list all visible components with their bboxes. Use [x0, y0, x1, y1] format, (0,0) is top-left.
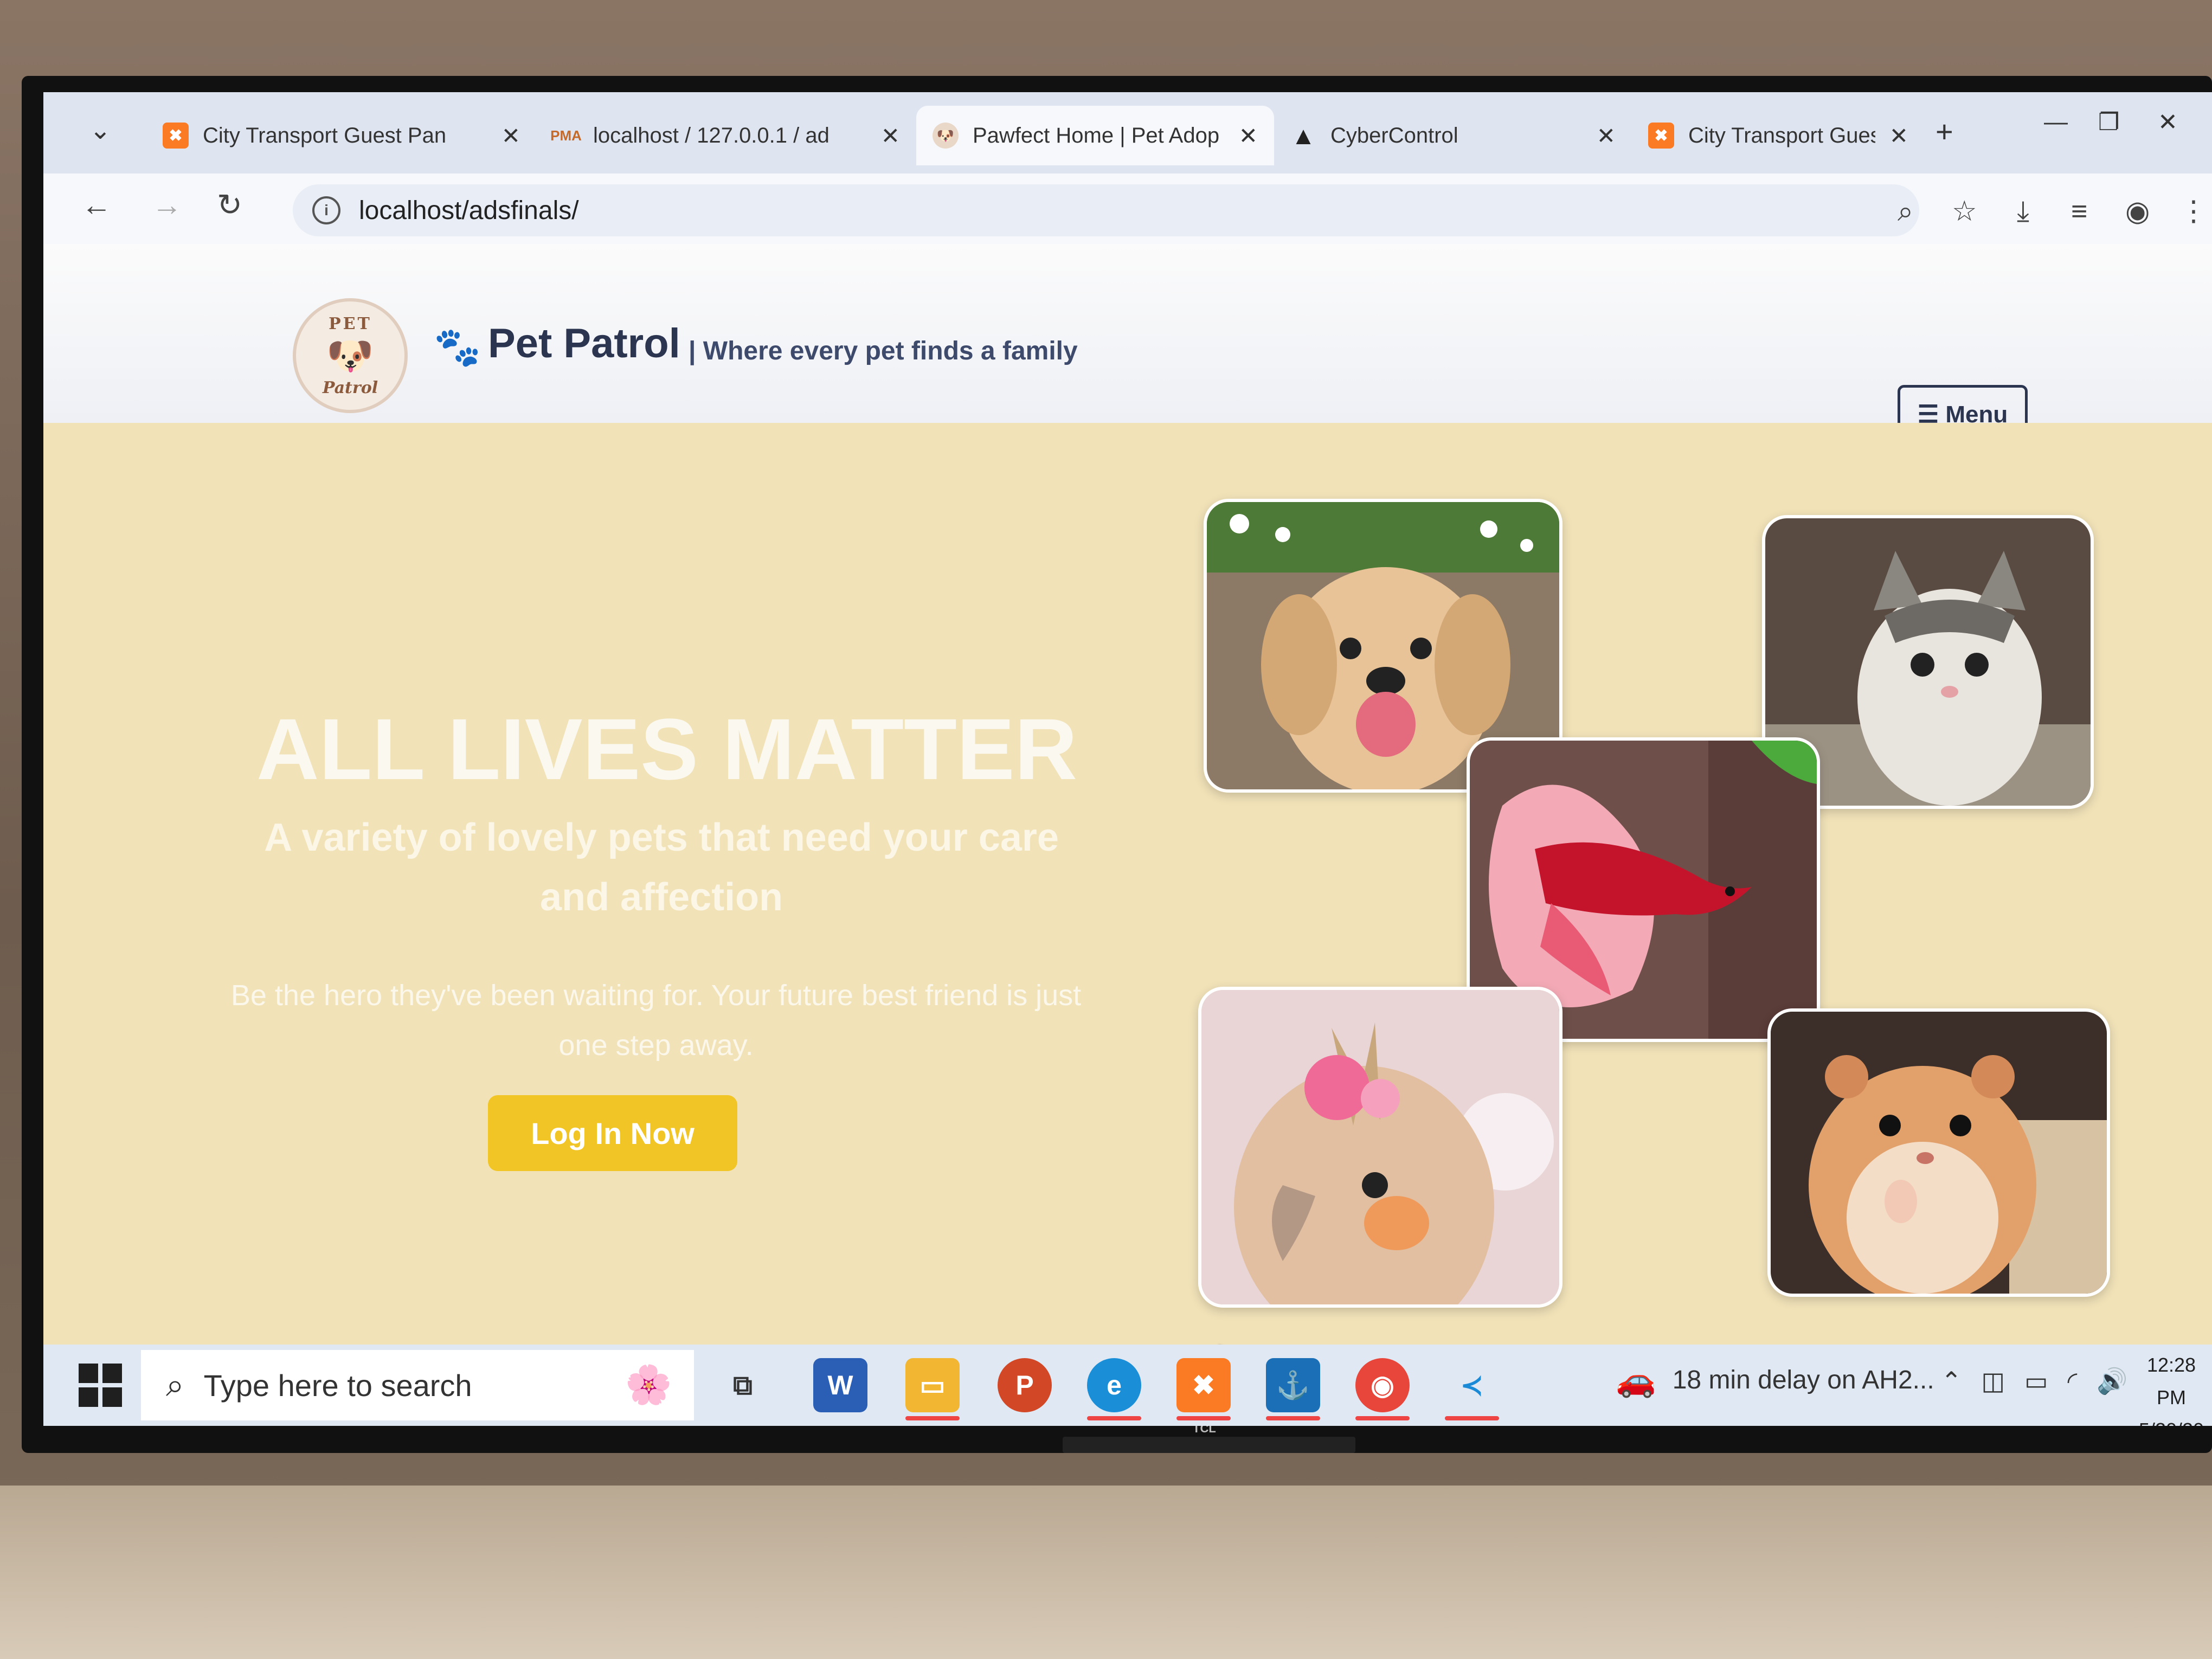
- app-running-indicator: [1445, 1416, 1499, 1420]
- restore-icon[interactable]: ❐: [2098, 108, 2119, 136]
- bookmark-star-icon[interactable]: ☆: [1952, 195, 1977, 228]
- tv-stand: [1063, 1437, 1355, 1453]
- chrome-icon[interactable]: ◉: [1355, 1358, 1410, 1412]
- phpmyadmin-icon: PMA: [550, 127, 582, 144]
- tab-pawfect-home[interactable]: 🐶 Pawfect Home | Pet Adop ✕: [916, 106, 1274, 165]
- site-brand[interactable]: Pet Patrol: [488, 320, 680, 367]
- xampp-icon: ✖: [1648, 123, 1674, 149]
- log-in-now-button[interactable]: Log In Now: [488, 1095, 737, 1171]
- system-tray: ⌃ ◫ ▭ ◜ 🔊: [1941, 1366, 2128, 1396]
- word-icon[interactable]: W: [813, 1358, 867, 1412]
- close-icon[interactable]: ✕: [1889, 123, 1908, 149]
- close-icon[interactable]: ✕: [881, 123, 900, 149]
- reload-icon[interactable]: ↻: [217, 187, 242, 223]
- tab-title: CyberControl: [1330, 123, 1458, 147]
- shelf: [0, 1486, 2212, 1659]
- hero-title: ALL LIVES MATTER: [256, 700, 1078, 798]
- xampp-icon: ✖: [163, 123, 189, 149]
- windows-start-icon[interactable]: [73, 1358, 127, 1412]
- url-text: localhost/adsfinals/: [359, 196, 579, 225]
- tab-title: City Transport Guest Pan: [203, 123, 447, 147]
- task-view-icon[interactable]: ⧉: [716, 1358, 770, 1412]
- pet-patrol-logo[interactable]: PET 🐶 Patrol: [293, 298, 408, 413]
- flower-widget-icon: 🌸: [625, 1364, 672, 1406]
- tab-phpmyadmin[interactable]: PMA localhost / 127.0.0.1 / ad ✕: [537, 106, 916, 165]
- clock-time: 12:28 PM: [2146, 1354, 2196, 1409]
- pet-favicon-icon: 🐶: [933, 123, 959, 149]
- powerpoint-icon[interactable]: P: [998, 1358, 1052, 1412]
- minimize-icon[interactable]: —: [2044, 108, 2068, 136]
- tab-cybercontrol[interactable]: ▲ CyberControl ✕: [1274, 106, 1632, 165]
- mysql-workbench-icon[interactable]: ⚓: [1266, 1358, 1320, 1412]
- paw-icon: 🐾: [434, 326, 481, 368]
- battery-icon[interactable]: ▭: [2024, 1366, 2048, 1396]
- tab-title: localhost / 127.0.0.1 / ad: [593, 123, 829, 147]
- new-tab-plus-icon[interactable]: +: [1935, 114, 1953, 149]
- download-icon[interactable]: ⤓: [2017, 195, 2029, 228]
- window-close-icon[interactable]: ✕: [2158, 108, 2178, 136]
- hamster-photo: [1767, 1008, 2110, 1297]
- tab-city-transport-1[interactable]: ✖ City Transport Guest Pan ✕: [146, 106, 537, 165]
- volume-icon[interactable]: 🔊: [2097, 1366, 2127, 1396]
- forward-arrow-icon[interactable]: →: [152, 187, 182, 222]
- search-placeholder: Type here to search: [203, 1368, 472, 1403]
- wifi-icon[interactable]: ◜: [2067, 1366, 2077, 1396]
- hero-text: Be the hero they've been waiting for. Yo…: [230, 979, 1082, 1062]
- profile-icon[interactable]: ◉: [2125, 195, 2150, 228]
- traffic-widget[interactable]: 🚗 18 min delay on AH2...: [1616, 1361, 1934, 1399]
- tab-title: City Transport Guest Pan: [1688, 123, 1875, 147]
- back-arrow-icon[interactable]: ←: [81, 187, 112, 222]
- traffic-text: 18 min delay on AH2...: [1672, 1366, 1934, 1394]
- logo-bottom-text: Patrol: [322, 378, 378, 397]
- app-running-indicator: [1176, 1416, 1231, 1420]
- site-tagline: | Where every pet finds a family: [689, 337, 1078, 365]
- meet-now-icon[interactable]: ◫: [1982, 1366, 2005, 1396]
- tray-chevron-icon[interactable]: ⌃: [1941, 1366, 1962, 1396]
- vscode-icon[interactable]: ≺: [1445, 1358, 1499, 1412]
- car-alert-icon: 🚗: [1616, 1362, 1656, 1398]
- cockatiel-photo: [1198, 987, 1562, 1308]
- xampp-taskbar-icon[interactable]: ✖: [1176, 1358, 1231, 1412]
- logo-top-text: PET: [329, 314, 372, 333]
- close-icon[interactable]: ✕: [1597, 123, 1616, 149]
- tab-city-transport-2[interactable]: ✖ City Transport Guest Pan ✕: [1632, 106, 1925, 165]
- zoom-icon[interactable]: ⌕: [1898, 195, 1913, 228]
- clock-date: 5/20/20: [2131, 1414, 2212, 1426]
- app-running-indicator: [1087, 1416, 1141, 1420]
- app-running-indicator: [1266, 1416, 1320, 1420]
- close-icon[interactable]: ✕: [1239, 123, 1258, 149]
- file-explorer-icon[interactable]: ▭: [905, 1358, 960, 1412]
- media-control-icon[interactable]: ≡: [2071, 195, 2087, 228]
- address-bar[interactable]: i localhost/adsfinals/: [293, 184, 1919, 236]
- search-icon: ⌕: [166, 1367, 184, 1403]
- taskbar-clock[interactable]: 12:28 PM 5/20/20: [2131, 1349, 2212, 1426]
- close-icon[interactable]: ✕: [501, 123, 520, 149]
- hero-subtitle: A variety of lovely pets that need your …: [264, 816, 1059, 919]
- edge-icon[interactable]: e: [1087, 1358, 1141, 1412]
- tab-search-chevron-icon[interactable]: ⌄: [81, 108, 119, 152]
- cybercontrol-icon: ▲: [1291, 121, 1316, 150]
- dog-face-icon: 🐶: [326, 333, 374, 378]
- more-menu-icon[interactable]: ⋮: [2179, 195, 2208, 228]
- app-running-indicator: [1355, 1416, 1410, 1420]
- taskbar-search-box[interactable]: ⌕ Type here to search 🌸: [141, 1350, 694, 1420]
- site-info-icon[interactable]: i: [312, 196, 340, 224]
- app-running-indicator: [905, 1416, 960, 1420]
- screen: ⌄ ✖ City Transport Guest Pan ✕ PMA local…: [43, 92, 2212, 1426]
- tab-title: Pawfect Home | Pet Adop: [973, 123, 1220, 147]
